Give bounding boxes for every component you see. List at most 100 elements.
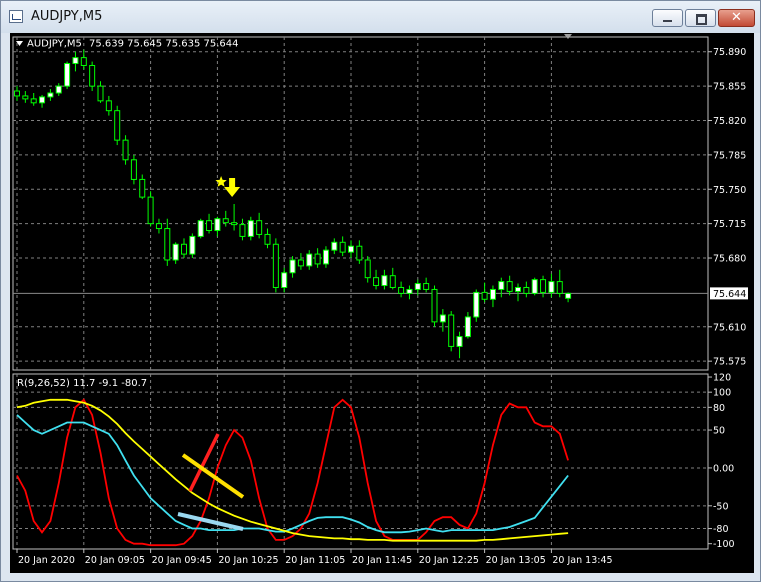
price-tick-label: 75.680	[713, 254, 746, 265]
time-tick-label: 20 Jan 09:45	[152, 555, 212, 566]
candle-body	[364, 259, 371, 279]
candle-body	[214, 218, 221, 232]
price-tick-label: 75.575	[713, 357, 746, 368]
ohlc-label: 75.639 75.645 75.635 75.644	[89, 39, 239, 50]
candle-body	[30, 98, 37, 104]
time-tick-label: 20 Jan 09:05	[85, 555, 145, 566]
time-tick-label: 20 Jan 11:45	[352, 555, 412, 566]
candle-body	[398, 286, 405, 294]
candle-body	[14, 90, 20, 97]
chart-window-icon[interactable]	[9, 10, 23, 23]
candle-body	[448, 314, 455, 347]
candle-body	[565, 292, 572, 299]
time-tick-label: 20 Jan 12:25	[419, 555, 479, 566]
time-tick-label: 20 Jan 13:45	[552, 555, 612, 566]
time-tick-label: 20 Jan 2020	[18, 555, 75, 566]
candle-body	[39, 96, 46, 104]
candle-body	[339, 241, 346, 253]
current-price-label: 75.644	[713, 289, 746, 300]
candle-body	[456, 336, 463, 347]
candle-body	[348, 245, 354, 253]
candle-body	[297, 259, 304, 267]
price-tick-label: 75.610	[713, 322, 746, 333]
candle-body	[105, 100, 112, 112]
candle-body	[72, 57, 79, 65]
candle-body	[523, 286, 530, 294]
price-tick-label: 75.750	[713, 185, 746, 196]
close-icon: ✕	[731, 10, 742, 25]
close-button[interactable]: ✕	[718, 9, 755, 27]
indicator-tick-label: 50	[713, 426, 725, 437]
candle-body	[322, 249, 329, 265]
indicator-tick-label: -80	[713, 524, 729, 535]
candle-body	[306, 253, 313, 267]
chart-area[interactable]: 75.890 75.855 75.820 75.785 75.750 75.715 75.6…	[10, 33, 754, 573]
time-tick-label: 20 Jan 10:25	[218, 555, 278, 566]
candle-body	[439, 314, 446, 323]
candle-body	[431, 288, 438, 323]
candle-body	[147, 196, 154, 225]
candle-body	[464, 316, 471, 338]
indicator-tick-label: 100	[713, 388, 731, 399]
candle-body	[414, 283, 421, 290]
candle-body	[272, 243, 279, 288]
price-tick-label: 75.855	[713, 82, 746, 93]
candle-body	[515, 286, 521, 292]
candle-body	[231, 222, 238, 226]
candle-body	[239, 224, 246, 237]
candle-body	[206, 220, 213, 232]
candle-body	[531, 279, 538, 294]
sell-arrow-icon	[224, 177, 241, 197]
indicator-label: R(9,26,52) 11.7 -9.1 -80.7	[17, 378, 147, 389]
chart-svg[interactable]: 75.890 75.855 75.820 75.785 75.750 75.715 75.6…	[10, 33, 754, 573]
candle-body	[89, 64, 96, 87]
candle-body	[80, 57, 87, 66]
candle-body	[331, 241, 338, 251]
candle-body	[97, 85, 104, 102]
price-axis: 75.890 75.855 75.820 75.785 75.750 75.715 75.6…	[708, 47, 746, 368]
time-tick-label: 20 Jan 11:05	[285, 555, 345, 566]
main-panel-frame	[12, 36, 709, 371]
candle-body	[540, 279, 547, 293]
candle-body	[498, 281, 505, 290]
time-tick-label: 20 Jan 13:05	[486, 555, 546, 566]
window-title: AUDJPY,M5	[31, 9, 103, 24]
candle-body	[172, 243, 179, 261]
minimize-button[interactable]	[652, 9, 683, 27]
price-tick-label: 75.820	[713, 116, 746, 127]
price-tick-label: 75.890	[713, 47, 746, 58]
candle-body	[130, 159, 137, 180]
candle-body	[47, 92, 54, 98]
candle-body	[222, 218, 229, 224]
time-axis: 20 Jan 2020 20 Jan 09:05 20 Jan 09:45 20 Ja…	[16, 549, 613, 566]
candle-body	[356, 245, 363, 261]
candle-body	[548, 281, 555, 293]
indicator-line	[16, 414, 569, 534]
signals-layer	[215, 176, 241, 197]
candle-body	[264, 233, 271, 245]
candle-body	[181, 243, 187, 255]
candle-body	[55, 85, 62, 94]
candle-body	[556, 281, 563, 294]
candle-body	[473, 291, 480, 318]
candle-body	[139, 178, 146, 198]
candle-body	[64, 63, 71, 87]
indicator-tick-label: 80	[713, 403, 725, 414]
candle-body	[247, 220, 254, 237]
candle-body	[22, 95, 29, 100]
main-grid	[13, 37, 708, 370]
title-bar[interactable]: AUDJPY,M5 ✕	[1, 1, 760, 33]
candle-body	[314, 253, 321, 265]
candle-body	[155, 223, 162, 230]
terminal-chart-window: AUDJPY,M5 ✕ 75.890 75.855 75.820 75.785 75.7…	[0, 0, 761, 582]
price-tick-label: 75.715	[713, 219, 746, 230]
candle-body	[481, 291, 488, 300]
candle-body	[164, 228, 171, 261]
candle-body	[423, 283, 430, 290]
candle-body	[122, 139, 129, 161]
maximize-button[interactable]	[685, 9, 716, 27]
indicator-tick-label: 0.00	[713, 463, 734, 474]
candle-body	[281, 272, 288, 288]
indicator-lines-layer	[16, 398, 569, 547]
candle-body	[114, 110, 121, 141]
